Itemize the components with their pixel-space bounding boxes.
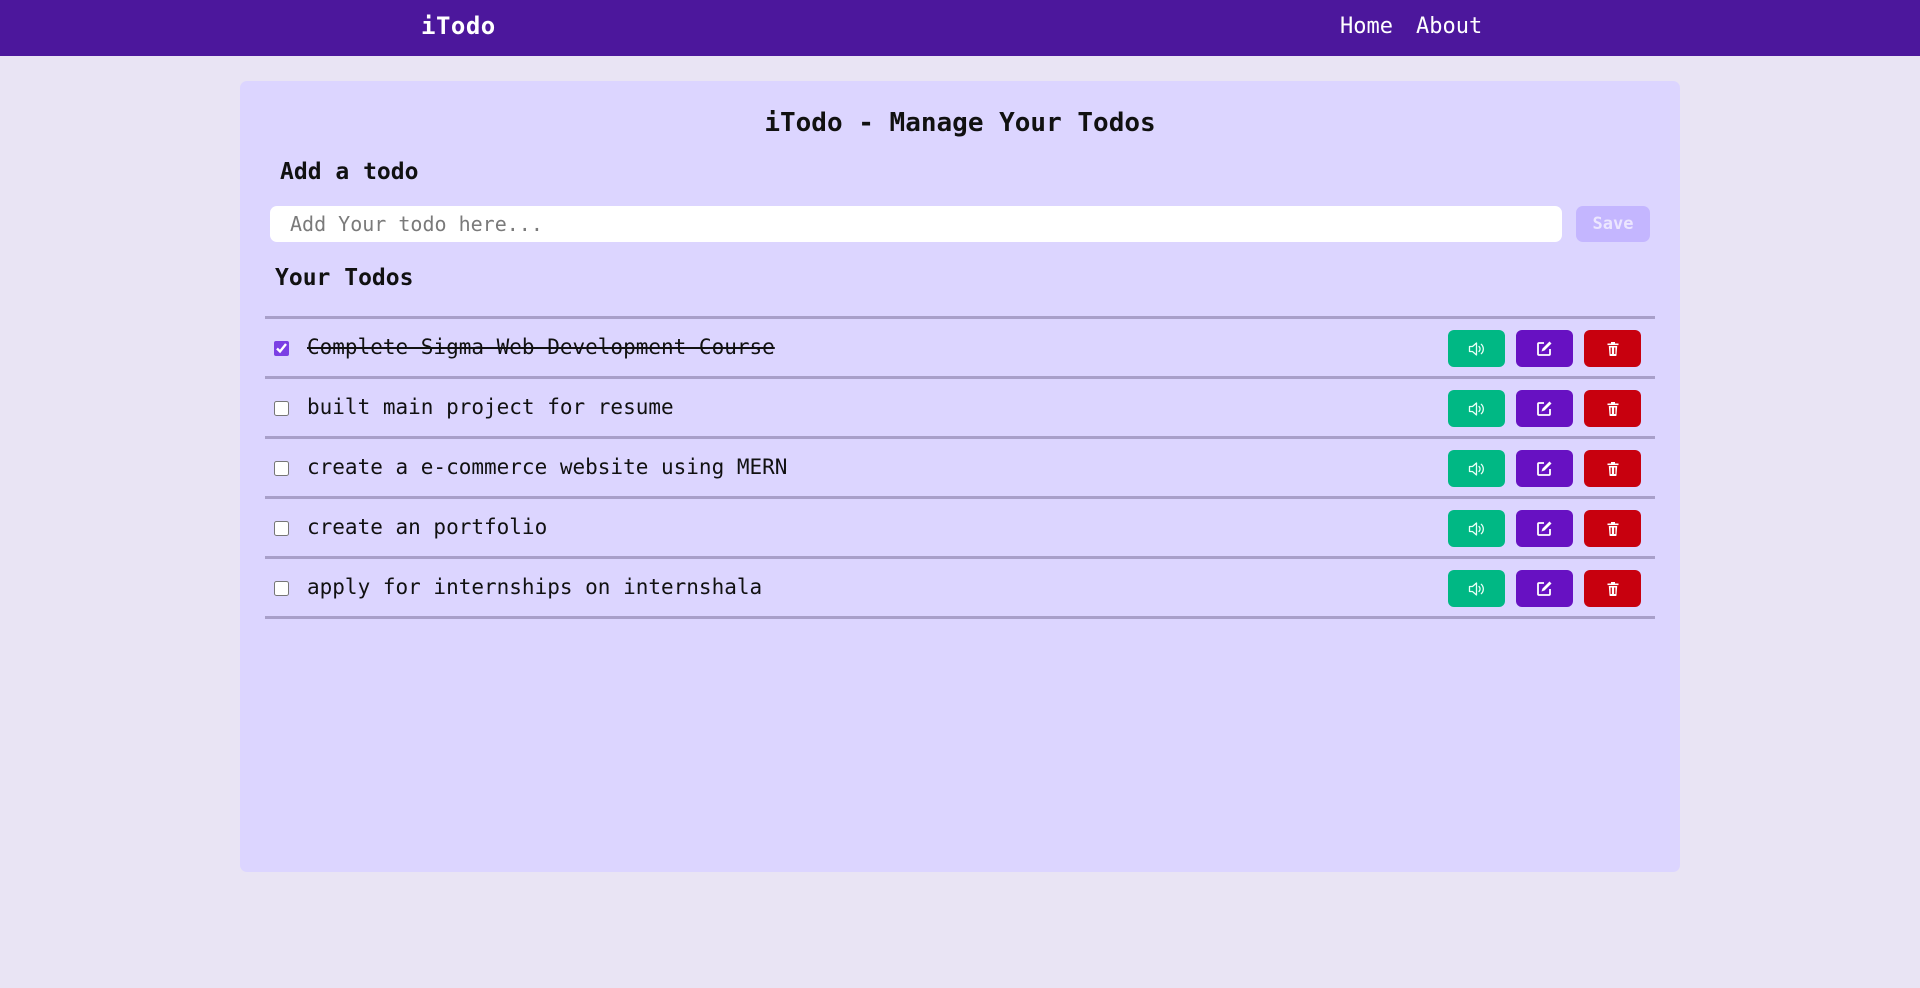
todo-list: Complete Sigma Web Development Course bu… — [265, 316, 1655, 619]
speak-button[interactable] — [1448, 570, 1505, 607]
todo-row: apply for internships on internshala — [265, 559, 1655, 619]
todo-row: create an portfolio — [265, 499, 1655, 559]
todo-actions — [1448, 330, 1641, 367]
trash-icon — [1607, 461, 1618, 476]
todo-checkbox[interactable] — [274, 461, 289, 476]
todo-actions — [1448, 450, 1641, 487]
delete-button[interactable] — [1584, 390, 1641, 427]
add-todo-heading: Add a todo — [280, 159, 419, 185]
todo-checkbox[interactable] — [274, 341, 289, 356]
edit-icon — [1537, 341, 1552, 356]
todo-text: create an portfolio — [307, 515, 548, 539]
edit-button[interactable] — [1516, 570, 1573, 607]
todo-row: built main project for resume — [265, 379, 1655, 439]
edit-button[interactable] — [1516, 330, 1573, 367]
delete-button[interactable] — [1584, 450, 1641, 487]
speak-button[interactable] — [1448, 330, 1505, 367]
todo-row: create a e-commerce website using MERN — [265, 439, 1655, 499]
todo-actions — [1448, 570, 1641, 607]
your-todos-heading: Your Todos — [275, 265, 414, 291]
nav-link-home[interactable]: Home — [1340, 14, 1393, 39]
todo-input[interactable] — [270, 206, 1562, 242]
edit-button[interactable] — [1516, 390, 1573, 427]
edit-icon — [1537, 401, 1552, 416]
todo-actions — [1448, 390, 1641, 427]
edit-icon — [1537, 581, 1552, 596]
todo-checkbox[interactable] — [274, 401, 289, 416]
todo-text: Complete Sigma Web Development Course — [307, 335, 775, 359]
delete-button[interactable] — [1584, 510, 1641, 547]
speaker-icon — [1468, 521, 1484, 536]
trash-icon — [1607, 581, 1618, 596]
trash-icon — [1607, 521, 1618, 536]
edit-icon — [1537, 461, 1552, 476]
todo-text: create a e-commerce website using MERN — [307, 455, 788, 479]
trash-icon — [1607, 401, 1618, 416]
navbar: iTodo Home About — [0, 0, 1920, 56]
speaker-icon — [1468, 341, 1484, 356]
todo-text: built main project for resume — [307, 395, 674, 419]
todo-checkbox[interactable] — [274, 581, 289, 596]
todo-checkbox[interactable] — [274, 521, 289, 536]
edit-icon — [1537, 521, 1552, 536]
todo-actions — [1448, 510, 1641, 547]
speaker-icon — [1468, 461, 1484, 476]
todo-text: apply for internships on internshala — [307, 575, 763, 599]
todo-card: iTodo - Manage Your Todos Add a todo Sav… — [240, 81, 1680, 872]
edit-button[interactable] — [1516, 450, 1573, 487]
delete-button[interactable] — [1584, 330, 1641, 367]
speak-button[interactable] — [1448, 450, 1505, 487]
delete-button[interactable] — [1584, 570, 1641, 607]
trash-icon — [1607, 341, 1618, 356]
brand-logo[interactable]: iTodo — [421, 12, 496, 40]
edit-button[interactable] — [1516, 510, 1573, 547]
speaker-icon — [1468, 581, 1484, 596]
todo-row: Complete Sigma Web Development Course — [265, 319, 1655, 379]
speak-button[interactable] — [1448, 510, 1505, 547]
nav-links: Home About — [1340, 14, 1482, 39]
speak-button[interactable] — [1448, 390, 1505, 427]
speaker-icon — [1468, 401, 1484, 416]
save-button[interactable]: Save — [1576, 206, 1650, 242]
page-title: iTodo - Manage Your Todos — [764, 108, 1156, 138]
nav-link-about[interactable]: About — [1416, 14, 1482, 39]
